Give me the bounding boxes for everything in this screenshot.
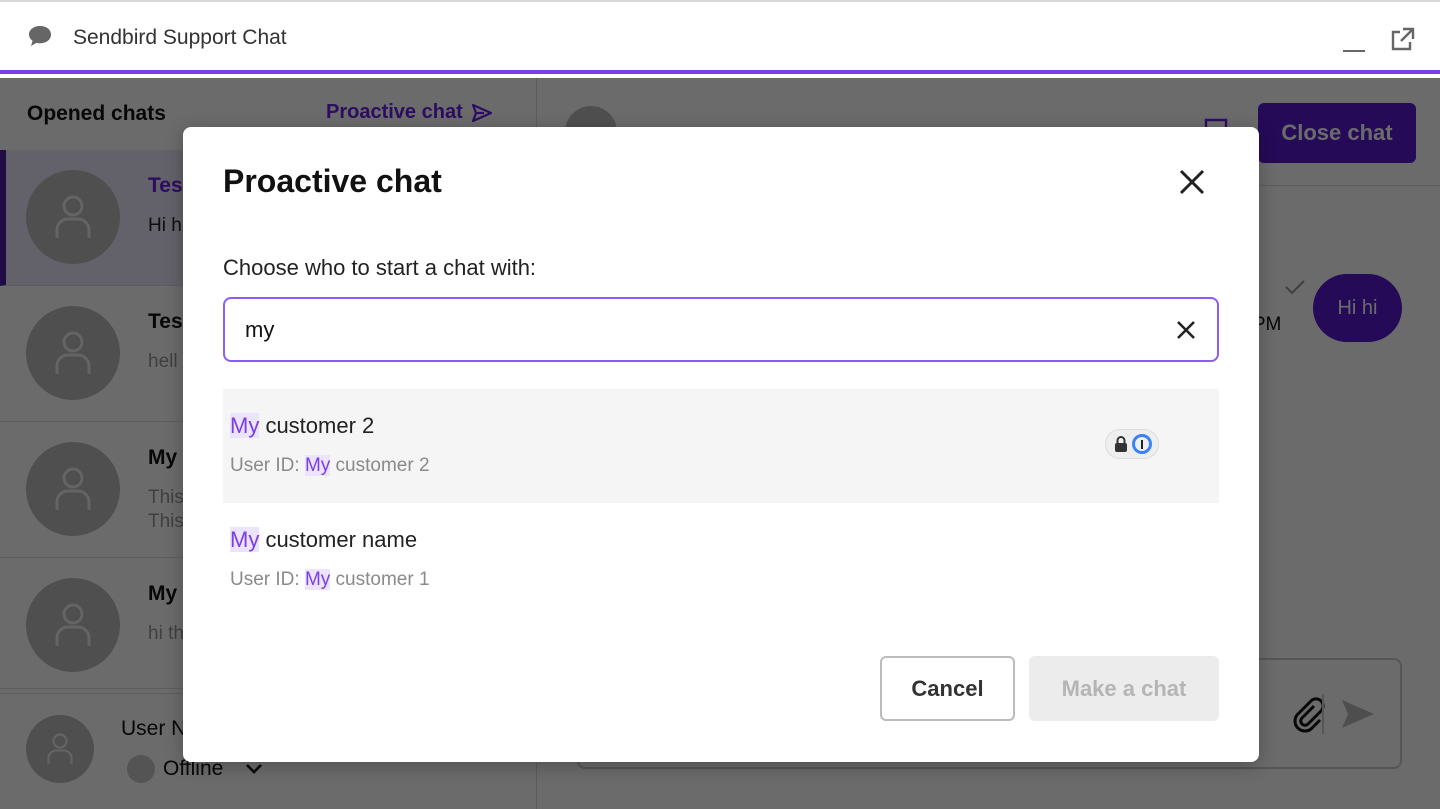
result-name: My customer name (230, 527, 417, 553)
password-manager-badge[interactable] (1105, 429, 1159, 459)
result-name-rest: customer 2 (259, 413, 375, 438)
dialog-footer: Cancel Make a chat (880, 656, 1219, 721)
minimize-icon[interactable] (1343, 32, 1367, 52)
match-highlight: My (304, 455, 331, 476)
result-user-id: User ID: My customer 2 (230, 455, 430, 477)
match-highlight: My (304, 569, 331, 590)
lock-icon (1114, 436, 1127, 452)
user-id-rest: customer 1 (330, 569, 430, 590)
user-id-label: User ID: (230, 455, 305, 476)
dialog-prompt: Choose who to start a chat with: (223, 255, 537, 280)
external-link-icon[interactable] (1388, 26, 1416, 54)
user-search-field[interactable] (223, 297, 1219, 362)
cancel-button[interactable]: Cancel (880, 656, 1015, 721)
user-id-rest: customer 2 (330, 455, 430, 476)
proactive-chat-dialog: Proactive chat Choose who to start a cha… (183, 127, 1259, 762)
user-id-label: User ID: (230, 569, 305, 590)
clear-search-icon[interactable] (1173, 317, 1199, 343)
make-a-chat-button[interactable]: Make a chat (1029, 656, 1219, 721)
user-search-input[interactable] (245, 313, 1145, 347)
password-manager-icon (1131, 434, 1152, 454)
title-bar: Sendbird Support Chat (0, 2, 1440, 74)
result-user-id: User ID: My customer 1 (230, 569, 430, 591)
result-name: My customer 2 (230, 413, 374, 439)
chat-bubble-icon (29, 26, 51, 46)
app-window: Sendbird Support Chat Opened chats Proac… (0, 0, 1440, 809)
search-result-item[interactable]: My customer name User ID: My customer 1 (223, 503, 1219, 617)
search-results: My customer 2 User ID: My customer 2 My … (223, 389, 1219, 617)
result-name-rest: customer name (259, 527, 418, 552)
search-result-item[interactable]: My customer 2 User ID: My customer 2 (223, 389, 1219, 503)
window-title: Sendbird Support Chat (73, 26, 287, 49)
match-highlight: My (230, 527, 260, 552)
dialog-title: Proactive chat (223, 163, 442, 199)
close-icon[interactable] (1173, 163, 1211, 201)
match-highlight: My (230, 413, 260, 438)
